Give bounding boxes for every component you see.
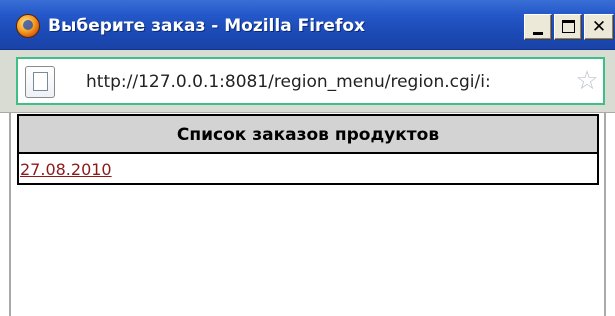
table-row: 27.08.2010 <box>19 156 597 183</box>
page-content: Список заказов продуктов 27.08.2010 <box>0 113 615 316</box>
maximize-icon <box>562 20 575 33</box>
orders-table: Список заказов продуктов 27.08.2010 <box>17 114 599 185</box>
close-icon: ✕ <box>591 17 607 37</box>
window-titlebar[interactable]: Выберите заказ - Mozilla Firefox ✕ <box>0 0 615 50</box>
window-title: Выберите заказ - Mozilla Firefox <box>48 16 365 36</box>
url-bar[interactable]: http://127.0.0.1:8081/region_menu/region… <box>16 57 605 105</box>
table-header: Список заказов продуктов <box>19 116 597 154</box>
close-button[interactable]: ✕ <box>584 14 614 40</box>
content-right-border <box>604 113 606 316</box>
content-left-border <box>9 113 11 316</box>
order-link[interactable]: 27.08.2010 <box>20 159 112 181</box>
firefox-icon[interactable] <box>16 14 40 38</box>
navigation-toolbar: http://127.0.0.1:8081/region_menu/region… <box>0 50 615 113</box>
minimize-icon <box>533 32 543 35</box>
minimize-button[interactable] <box>524 14 552 40</box>
maximize-button[interactable] <box>554 14 582 40</box>
page-icon[interactable] <box>25 66 55 98</box>
star-icon[interactable]: ☆ <box>573 65 601 97</box>
url-input[interactable]: http://127.0.0.1:8081/region_menu/region… <box>86 69 562 95</box>
